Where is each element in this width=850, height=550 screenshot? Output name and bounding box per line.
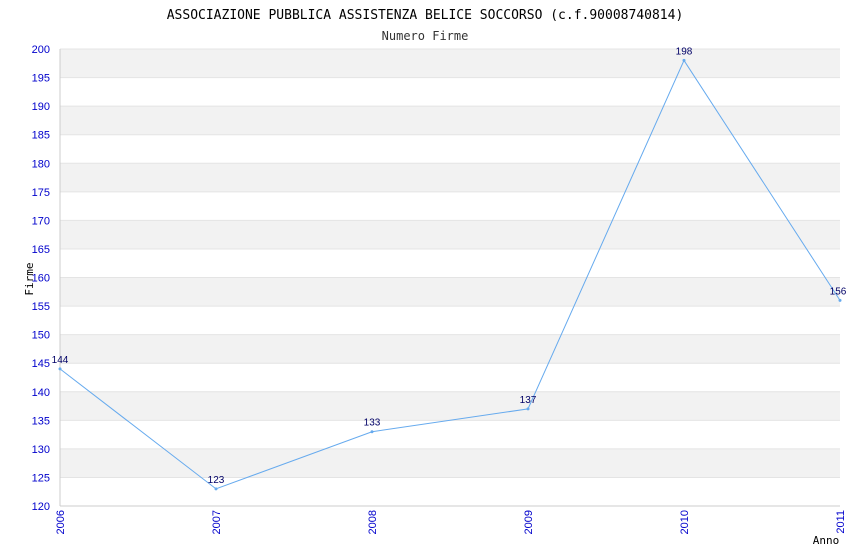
y-tick-label: 170	[32, 215, 50, 227]
data-label: 137	[520, 395, 537, 406]
y-tick-label: 155	[32, 301, 50, 313]
data-label: 156	[830, 286, 847, 297]
y-tick-label: 190	[32, 101, 50, 113]
y-tick-label: 140	[32, 387, 50, 399]
data-label: 198	[676, 46, 693, 57]
y-tick-label: 120	[32, 501, 50, 513]
x-tick-label: 2006	[55, 510, 67, 534]
line-chart: ASSOCIAZIONE PUBBLICA ASSISTENZA BELICE …	[23, 8, 847, 547]
y-tick-label: 200	[32, 44, 50, 56]
y-tick-label: 175	[32, 187, 50, 199]
grid-band	[60, 49, 840, 78]
y-tick-label: 165	[32, 244, 50, 256]
y-tick-label: 195	[32, 73, 50, 85]
data-point	[682, 58, 686, 62]
x-tick-label: 2007	[211, 510, 223, 534]
chart-subtitle: Numero Firme	[382, 29, 469, 43]
x-tick-label: 2010	[679, 510, 691, 534]
y-tick-label: 180	[32, 158, 50, 170]
grid-band	[60, 163, 840, 192]
data-label: 133	[364, 418, 381, 429]
y-tick-label: 125	[32, 472, 50, 484]
grid-bands	[60, 49, 840, 478]
y-tick-label: 135	[32, 415, 50, 427]
grid-band	[60, 220, 840, 249]
grid-band	[60, 334, 840, 364]
data-point	[214, 487, 218, 491]
x-tick-labels: 2006 2007 2008 2009 2010 2011	[55, 510, 847, 534]
grid-band	[60, 448, 840, 478]
y-tick-label: 145	[32, 358, 50, 370]
chart-title: ASSOCIAZIONE PUBBLICA ASSISTENZA BELICE …	[167, 8, 684, 23]
grid-band	[60, 277, 840, 307]
data-point	[838, 298, 842, 302]
x-tick-label: 2011	[835, 510, 847, 534]
data-label: 144	[52, 355, 69, 366]
data-point	[370, 430, 374, 434]
data-label: 123	[208, 475, 225, 486]
data-point	[58, 367, 62, 371]
x-tick-label: 2008	[367, 510, 379, 534]
y-tick-label: 150	[32, 330, 50, 342]
grid-band	[60, 391, 840, 421]
data-point	[526, 407, 530, 411]
x-tick-label: 2009	[523, 510, 535, 534]
x-axis-label: Anno	[813, 534, 840, 547]
y-tick-label: 185	[32, 130, 50, 142]
y-tick-label: 130	[32, 444, 50, 456]
y-axis-label: Firme	[23, 262, 36, 295]
